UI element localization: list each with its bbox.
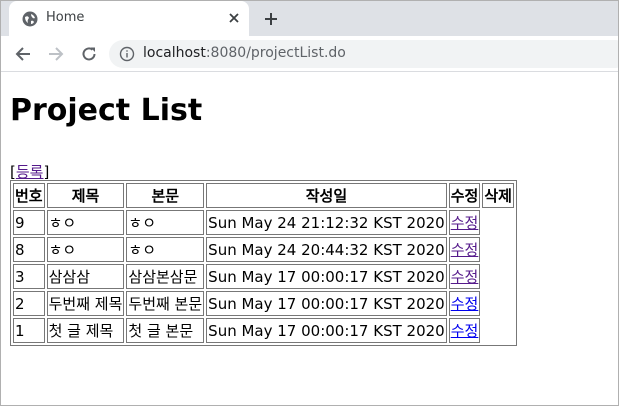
table-header-row: 번호 제목 본문 작성일 수정 삭제 (13, 183, 514, 208)
project-table: 번호 제목 본문 작성일 수정 삭제 9 ㅎㅇ ㅎㅇ Sun May 24 21… (10, 180, 517, 346)
page-content: Project List [등록] 번호 제목 본문 작성일 수정 삭제 9 ㅎ… (1, 73, 618, 405)
register-link[interactable]: 등록 (16, 163, 44, 181)
table-row: 1 첫 글 제목 첫 글 본문 Sun May 17 00:00:17 KST … (13, 318, 514, 343)
table-row: 3 삼삼삼 삼삼본삼문 Sun May 17 00:00:17 KST 2020… (13, 264, 514, 289)
header-body: 본문 (126, 183, 205, 208)
cell-title: 첫 글 제목 (46, 318, 125, 343)
cell-no: 2 (13, 291, 45, 316)
cell-edit: 수정 (448, 237, 481, 262)
cell-delete (482, 237, 514, 262)
back-arrow-icon[interactable] (10, 41, 36, 67)
cell-no: 3 (13, 264, 45, 289)
edit-link[interactable]: 수정 (451, 214, 479, 232)
reload-icon[interactable] (76, 41, 102, 67)
browser-window: Home localhost:8080/projectList.do Proje… (0, 0, 619, 406)
cell-no: 1 (13, 318, 45, 343)
browser-toolbar: localhost:8080/projectList.do (1, 36, 618, 72)
cell-title: ㅎㅇ (46, 237, 125, 262)
header-edit: 수정 (448, 183, 481, 208)
cell-date: Sun May 17 00:00:17 KST 2020 (206, 318, 447, 343)
cell-date: Sun May 17 00:00:17 KST 2020 (206, 264, 447, 289)
cell-body: 첫 글 본문 (126, 318, 205, 343)
cell-date: Sun May 24 21:12:32 KST 2020 (206, 210, 447, 235)
tab-home[interactable]: Home (9, 1, 249, 36)
cell-delete (482, 264, 514, 289)
globe-icon (22, 11, 38, 27)
table-row: 9 ㅎㅇ ㅎㅇ Sun May 24 21:12:32 KST 2020 수정 (13, 210, 514, 235)
cell-edit: 수정 (448, 291, 481, 316)
tab-strip: Home (1, 1, 618, 36)
cell-body: 삼삼본삼문 (126, 264, 205, 289)
cell-title: ㅎㅇ (46, 210, 125, 235)
cell-title: 두번째 제목 (46, 291, 125, 316)
page-title: Project List (10, 93, 203, 128)
cell-edit: 수정 (448, 318, 481, 343)
header-title: 제목 (46, 183, 125, 208)
header-date: 작성일 (206, 183, 447, 208)
cell-delete (482, 291, 514, 316)
tab-title: Home (46, 10, 85, 25)
address-bar[interactable]: localhost:8080/projectList.do (109, 40, 618, 68)
table-row: 2 두번째 제목 두번째 본문 Sun May 17 00:00:17 KST … (13, 291, 514, 316)
edit-link[interactable]: 수정 (451, 322, 479, 340)
url-path: :8080/projectList.do (205, 45, 346, 61)
cell-edit: 수정 (448, 210, 481, 235)
cell-date: Sun May 17 00:00:17 KST 2020 (206, 291, 447, 316)
table-row: 8 ㅎㅇ ㅎㅇ Sun May 24 20:44:32 KST 2020 수정 (13, 237, 514, 262)
cell-delete (482, 318, 514, 343)
edit-link[interactable]: 수정 (451, 268, 479, 286)
cell-title: 삼삼삼 (46, 264, 125, 289)
edit-link[interactable]: 수정 (451, 295, 479, 313)
forward-arrow-icon[interactable] (43, 41, 69, 67)
edit-link[interactable]: 수정 (451, 241, 479, 259)
header-no: 번호 (13, 183, 45, 208)
header-delete: 삭제 (482, 183, 514, 208)
close-icon[interactable] (223, 7, 245, 29)
url-text: localhost:8080/projectList.do (143, 45, 346, 61)
cell-body: ㅎㅇ (126, 210, 205, 235)
bracket-close: ] (43, 163, 50, 181)
cell-delete (482, 210, 514, 235)
cell-date: Sun May 24 20:44:32 KST 2020 (206, 237, 447, 262)
info-icon[interactable] (119, 46, 135, 62)
cell-body: ㅎㅇ (126, 237, 205, 262)
plus-icon[interactable] (259, 7, 283, 31)
url-host: localhost (143, 45, 206, 61)
cell-body: 두번째 본문 (126, 291, 205, 316)
cell-no: 8 (13, 237, 45, 262)
register-line: [등록] (10, 161, 49, 182)
cell-no: 9 (13, 210, 45, 235)
cell-edit: 수정 (448, 264, 481, 289)
